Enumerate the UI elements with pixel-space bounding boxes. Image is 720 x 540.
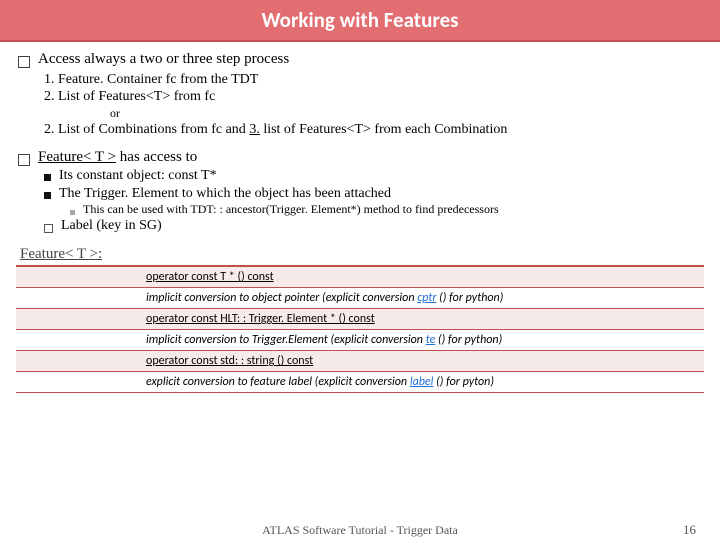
dot-bullet-icon (70, 210, 75, 215)
square-bullet-icon (44, 174, 51, 181)
bullet-2: Feature< T > has access to (38, 148, 197, 167)
link-te[interactable]: te (426, 333, 436, 347)
square-bullet-icon (44, 192, 51, 199)
bullet-1-1: 1. Feature. Container fc from the TDT (44, 71, 702, 89)
table-row: operator const std: : string () const (146, 354, 313, 368)
table-row: operator const HLT: : Trigger. Element *… (146, 312, 375, 326)
slide-title: Working with Features (0, 0, 720, 42)
square-outline-bullet-icon (44, 224, 53, 233)
bullet-2-2-1: This can be used with TDT: : ancestor(Tr… (83, 202, 499, 217)
bullet-1-3: 2. List of Combinations from fc and 3. l… (44, 121, 702, 139)
bullet-1: Access always a two or three step proces… (38, 50, 289, 69)
section-header: Feature< T >: (20, 245, 702, 264)
table-row: explicit conversion to feature label (ex… (16, 372, 704, 393)
bullet-1-2: 2. List of Features<T> from fc (44, 88, 702, 106)
bullet-1-or: or (110, 106, 702, 121)
footer-center: ATLAS Software Tutorial - Trigger Data (0, 523, 720, 538)
bullet-2-3: Label (key in SG) (61, 217, 162, 235)
bullet-2-2: The Trigger. Element to which the object… (59, 185, 391, 203)
link-cptr[interactable]: cptr (417, 291, 436, 305)
page-number: 16 (683, 522, 696, 538)
bullet-box-icon (18, 154, 30, 166)
slide-body: Access always a two or three step proces… (0, 42, 720, 263)
api-table: operator const T * () const implicit con… (16, 265, 704, 393)
bullet-box-icon (18, 56, 30, 68)
bullet-2-1: Its constant object: const T* (59, 167, 217, 185)
table-row: implicit conversion to object pointer (e… (16, 288, 704, 309)
link-label[interactable]: label (410, 375, 434, 389)
table-row: implicit conversion to Trigger.Element (… (16, 330, 704, 351)
table-row: operator const T * () const (146, 270, 274, 284)
